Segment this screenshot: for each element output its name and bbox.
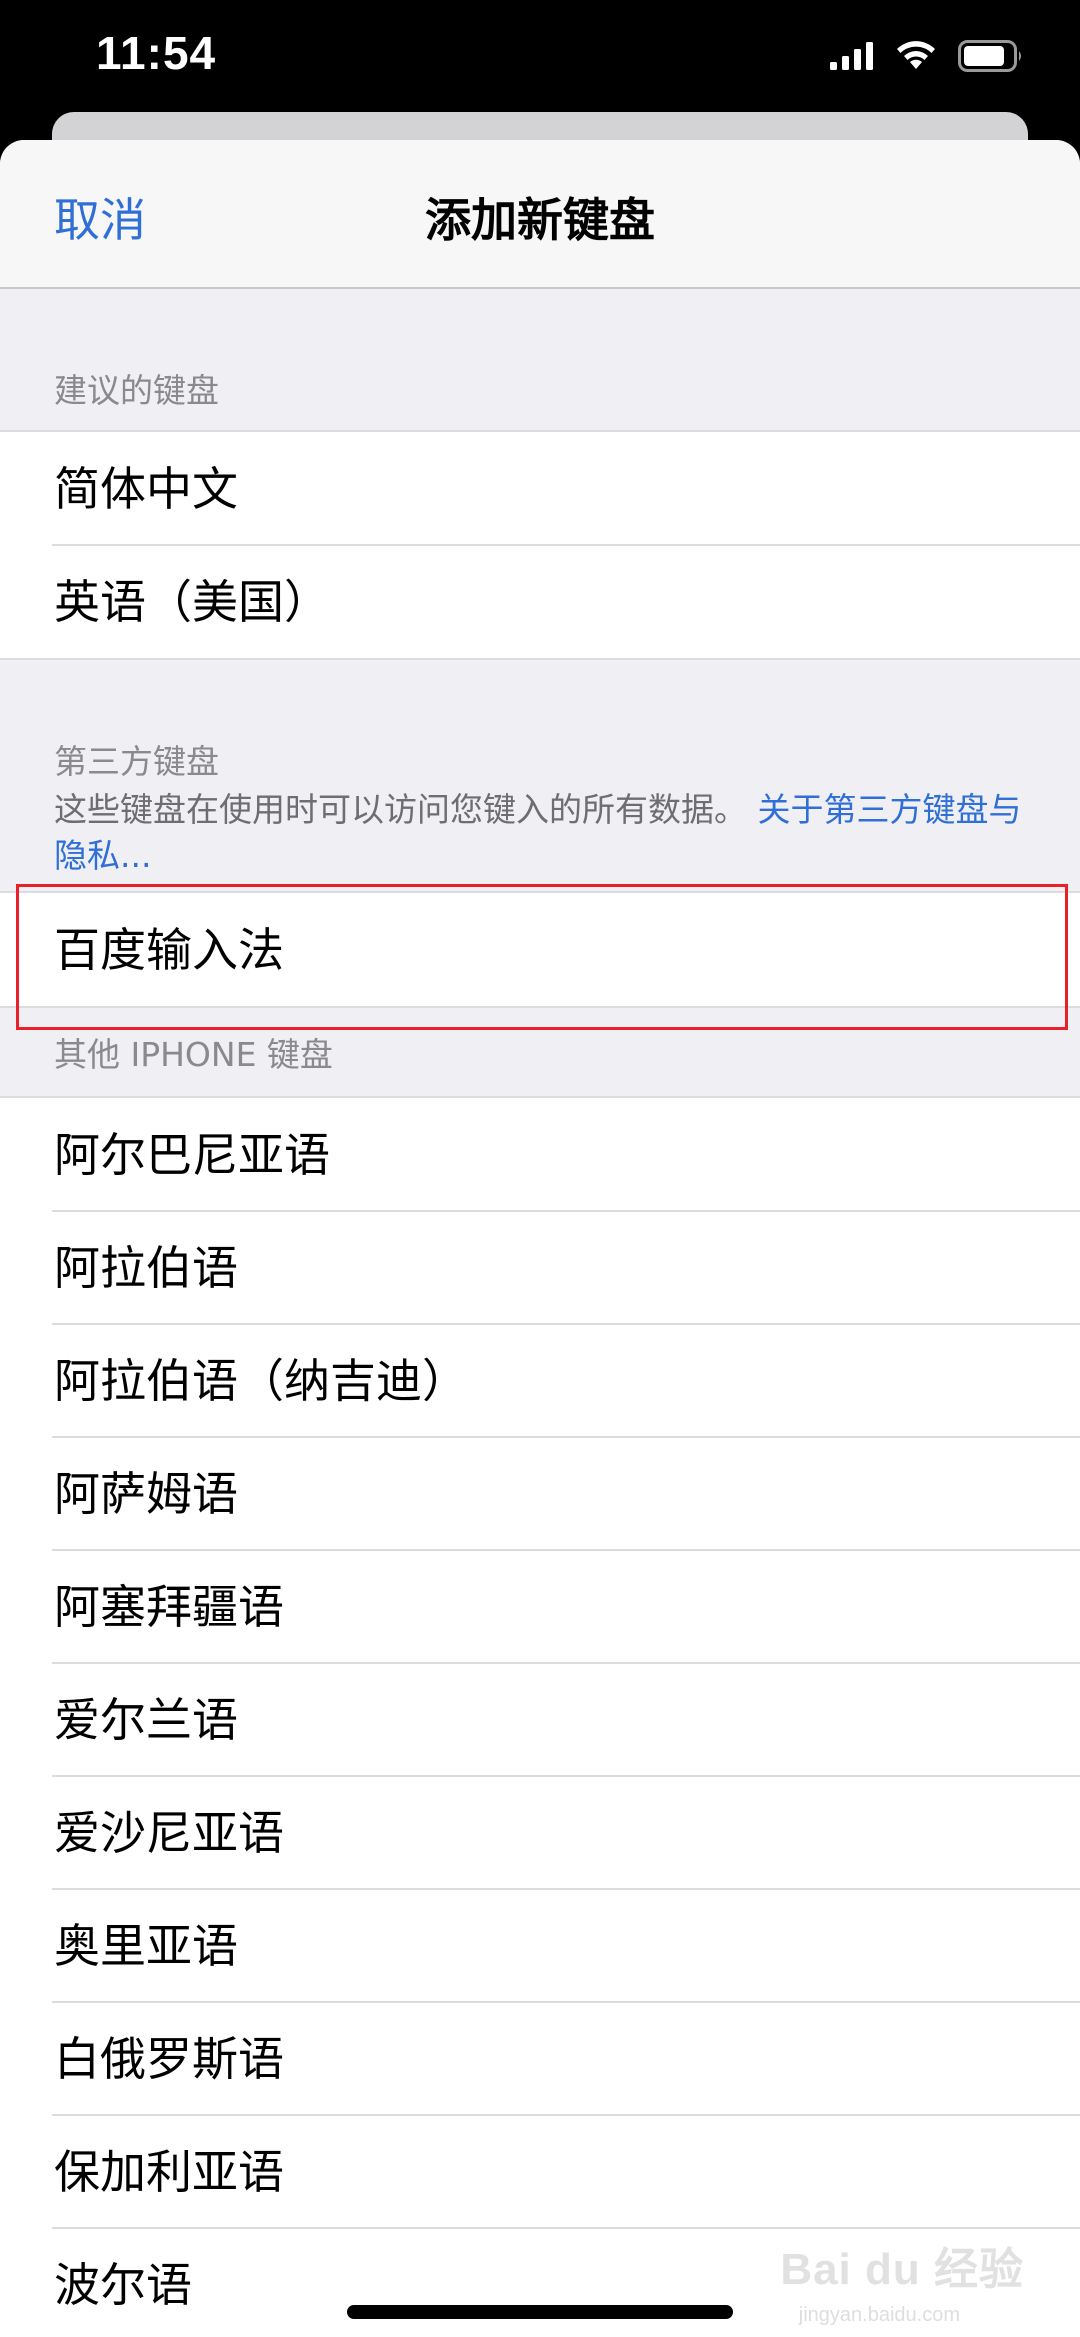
- watermark-text: Bai du 经验: [780, 2245, 1024, 2294]
- nav-bar: 取消 添加新键盘: [0, 140, 1080, 289]
- keyboard-label: 百度输入法: [54, 923, 284, 977]
- keyboard-label: 爱沙尼亚语: [54, 1806, 284, 1860]
- keyboard-label: 简体中文: [54, 462, 238, 516]
- keyboard-label: 英语（美国）: [54, 575, 330, 629]
- status-bar: 11:54: [0, 0, 1080, 120]
- section-header-third-party: 第三方键盘: [54, 742, 219, 781]
- keyboard-label: 阿拉伯语（纳吉迪）: [54, 1354, 468, 1408]
- keyboard-row[interactable]: 白俄罗斯语: [0, 2001, 1080, 2115]
- page-title: 添加新键盘: [425, 193, 655, 247]
- status-time: 11:54: [96, 27, 217, 79]
- keyboard-row[interactable]: 保加利亚语: [0, 2114, 1080, 2228]
- home-indicator[interactable]: [347, 2305, 733, 2319]
- signal-icon: [830, 42, 874, 74]
- keyboard-label: 奥里亚语: [54, 1919, 238, 1973]
- keyboard-row[interactable]: 阿塞拜疆语: [0, 1549, 1080, 1663]
- keyboard-label: 爱尔兰语: [54, 1693, 238, 1747]
- baidu-watermark: Bai du 经验: [780, 2233, 1024, 2297]
- keyboard-row[interactable]: 爱尔兰语: [0, 1662, 1080, 1776]
- keyboard-label: 保加利亚语: [54, 2145, 284, 2199]
- third-party-description-text: 这些键盘在使用时可以访问您键入的所有数据。: [54, 790, 747, 829]
- third-party-description: 这些键盘在使用时可以访问您键入的所有数据。 关于第三方键盘与隐私...: [54, 787, 1024, 879]
- keyboard-label: 阿拉伯语: [54, 1241, 238, 1295]
- keyboard-row[interactable]: 奥里亚语: [0, 1888, 1080, 2002]
- battery-icon: [958, 40, 1024, 76]
- watermark-url: jingyan.baidu.com: [798, 2304, 960, 2326]
- other-keyboards-list: 阿尔巴尼亚语 阿拉伯语 阿拉伯语（纳吉迪） 阿萨姆语 阿塞拜疆语 爱尔兰语 爱沙…: [0, 1096, 1080, 2337]
- section-header-suggested: 建议的键盘: [54, 371, 219, 410]
- keyboard-label: 波尔语: [54, 2258, 192, 2312]
- keyboard-row[interactable]: 爱沙尼亚语: [0, 1775, 1080, 1889]
- suggested-keyboards-list: 简体中文 英语（美国）: [0, 430, 1080, 660]
- third-party-keyboards-list: 百度输入法: [0, 891, 1080, 1008]
- keyboard-row[interactable]: 阿拉伯语: [0, 1210, 1080, 1324]
- status-icons: [830, 38, 1024, 78]
- wifi-icon: [896, 41, 936, 75]
- keyboard-label: 阿塞拜疆语: [54, 1580, 284, 1634]
- add-keyboard-sheet: 取消 添加新键盘 建议的键盘 简体中文 英语（美国） 第三方键盘 这些键盘在使用…: [0, 140, 1080, 2337]
- section-header-other: 其他 IPHONE 键盘: [54, 1035, 333, 1074]
- keyboard-label: 阿萨姆语: [54, 1467, 238, 1521]
- keyboard-label: 阿尔巴尼亚语: [54, 1128, 330, 1182]
- keyboard-row[interactable]: 阿萨姆语: [0, 1436, 1080, 1550]
- keyboard-label: 白俄罗斯语: [54, 2032, 284, 2086]
- keyboard-row[interactable]: 阿尔巴尼亚语: [0, 1098, 1080, 1211]
- keyboard-row[interactable]: 阿拉伯语（纳吉迪）: [0, 1323, 1080, 1437]
- keyboard-row-baidu-input[interactable]: 百度输入法: [0, 893, 1080, 1006]
- keyboard-row-english-us[interactable]: 英语（美国）: [0, 544, 1080, 658]
- keyboard-row-simplified-chinese[interactable]: 简体中文: [0, 432, 1080, 545]
